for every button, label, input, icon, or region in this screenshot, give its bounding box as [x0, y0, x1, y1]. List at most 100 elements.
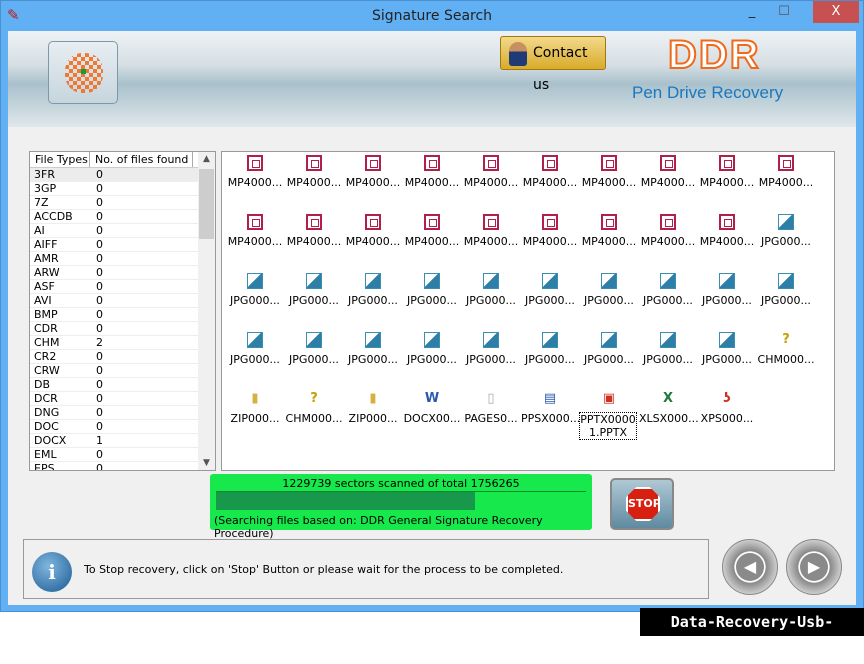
list-item[interactable]: CRW 0 — [30, 364, 215, 378]
file-item[interactable]: ʖ XPS000... — [698, 391, 756, 425]
files-found-count: 0 — [96, 224, 103, 237]
file-item[interactable]: MP4000... — [285, 155, 343, 189]
file-item[interactable]: JPG000... — [639, 273, 697, 307]
file-name: MP4000... — [758, 176, 814, 189]
list-item[interactable]: ASF 0 — [30, 280, 215, 294]
file-item[interactable]: W DOCX00... — [403, 391, 461, 425]
list-item[interactable]: AIFF 0 — [30, 238, 215, 252]
list-item[interactable]: 7Z 0 — [30, 196, 215, 210]
file-item[interactable]: JPG000... — [344, 332, 402, 366]
list-scrollbar[interactable]: ▲ ▼ — [198, 152, 215, 470]
file-item[interactable]: MP4000... — [757, 155, 815, 189]
scroll-down-icon[interactable]: ▼ — [198, 458, 215, 468]
file-item[interactable]: MP4000... — [462, 214, 520, 248]
file-item[interactable]: MP4000... — [521, 155, 579, 189]
app-logo[interactable] — [48, 41, 118, 104]
file-item[interactable]: JPG000... — [285, 332, 343, 366]
file-item[interactable]: ▣ PPTX00001.PPTX — [579, 391, 638, 440]
list-item[interactable]: CDR 0 — [30, 322, 215, 336]
file-item[interactable]: MP4000... — [462, 155, 520, 189]
video-file-icon — [247, 214, 263, 230]
file-item[interactable]: MP4000... — [580, 155, 638, 189]
back-button[interactable]: ◀ — [722, 539, 778, 595]
contact-us-button[interactable]: Contact us — [500, 36, 606, 93]
file-type: CRW — [34, 364, 60, 377]
file-item[interactable]: MP4000... — [226, 155, 284, 189]
file-item[interactable]: X XLSX000... — [639, 391, 699, 425]
file-item[interactable]: JPG000... — [580, 332, 638, 366]
list-item[interactable]: CR2 0 — [30, 350, 215, 364]
minimize-button[interactable]: _ — [739, 1, 765, 23]
file-item[interactable]: JPG000... — [698, 273, 756, 307]
column-files-found[interactable]: No. of files found — [90, 152, 193, 167]
list-item[interactable]: DB 0 — [30, 378, 215, 392]
next-button[interactable]: ▶ — [786, 539, 842, 595]
file-item[interactable]: JPG000... — [344, 273, 402, 307]
file-item[interactable]: MP4000... — [698, 155, 756, 189]
file-item[interactable]: JPG000... — [757, 214, 815, 248]
file-item[interactable]: JPG000... — [403, 273, 461, 307]
file-item[interactable]: JPG000... — [462, 273, 520, 307]
files-found-count: 0 — [96, 322, 103, 335]
file-item[interactable]: MP4000... — [639, 155, 697, 189]
file-item[interactable]: MP4000... — [521, 214, 579, 248]
list-item[interactable]: 3FR 0 — [30, 168, 215, 182]
watermark: Data-Recovery-Usb-Drive.com — [640, 608, 864, 659]
file-item[interactable]: JPG000... — [226, 273, 284, 307]
maximize-button[interactable]: ☐ — [771, 1, 797, 23]
file-item[interactable]: MP4000... — [344, 214, 402, 248]
list-item[interactable]: AMR 0 — [30, 252, 215, 266]
file-type: DB — [34, 378, 51, 391]
file-item[interactable]: JPG000... — [580, 273, 638, 307]
file-item[interactable]: MP4000... — [580, 214, 638, 248]
file-item[interactable]: ▯ PAGES0... — [462, 391, 520, 425]
file-item[interactable]: JPG000... — [521, 273, 579, 307]
list-item[interactable]: DNG 0 — [30, 406, 215, 420]
list-item[interactable]: EPS 0 — [30, 462, 215, 470]
list-item[interactable]: EML 0 — [30, 448, 215, 462]
list-item[interactable]: DCR 0 — [30, 392, 215, 406]
image-file-icon — [660, 273, 676, 289]
file-item[interactable]: ? CHM000... — [285, 391, 343, 425]
list-item[interactable]: ACCDB 0 — [30, 210, 215, 224]
scroll-up-icon[interactable]: ▲ — [198, 154, 215, 164]
file-types-list[interactable]: File Types No. of files found 3FR 0 3GP 0 7Z… — [29, 151, 216, 471]
file-item[interactable]: MP4000... — [226, 214, 284, 248]
video-file-icon — [365, 155, 381, 171]
list-item[interactable]: CHM 2 — [30, 336, 215, 350]
file-item[interactable]: MP4000... — [403, 155, 461, 189]
file-type: BMP — [34, 308, 58, 321]
list-item[interactable]: AI 0 — [30, 224, 215, 238]
file-name: ZIP000... — [230, 412, 280, 425]
status-panel: i To Stop recovery, click on 'Stop' Butt… — [23, 539, 709, 599]
list-item[interactable]: DOCX 1 — [30, 434, 215, 448]
scroll-thumb[interactable] — [199, 169, 214, 239]
list-item[interactable]: 3GP 0 — [30, 182, 215, 196]
file-item[interactable]: MP4000... — [698, 214, 756, 248]
file-item[interactable]: JPG000... — [226, 332, 284, 366]
column-file-types[interactable]: File Types — [30, 152, 90, 167]
recovered-files-view[interactable]: MP4000... MP4000... MP4000... MP4000... MP40… — [221, 151, 835, 471]
file-item[interactable]: MP4000... — [285, 214, 343, 248]
list-item[interactable]: BMP 0 — [30, 308, 215, 322]
list-item[interactable]: ARW 0 — [30, 266, 215, 280]
file-item[interactable]: MP4000... — [639, 214, 697, 248]
file-item[interactable]: ▮ ZIP000... — [344, 391, 402, 425]
file-item[interactable]: JPG000... — [757, 273, 815, 307]
file-item[interactable]: MP4000... — [344, 155, 402, 189]
file-item[interactable]: JPG000... — [698, 332, 756, 366]
file-item[interactable]: JPG000... — [462, 332, 520, 366]
stop-button[interactable]: STOP — [610, 478, 674, 530]
file-item[interactable]: JPG000... — [403, 332, 461, 366]
file-item[interactable]: JPG000... — [639, 332, 697, 366]
file-item[interactable]: JPG000... — [521, 332, 579, 366]
file-item[interactable]: MP4000... — [403, 214, 461, 248]
close-button[interactable]: X — [813, 1, 859, 23]
file-item[interactable]: JPG000... — [285, 273, 343, 307]
file-item[interactable]: ▤ PPSX000... — [521, 391, 580, 425]
file-item[interactable]: ▮ ZIP000... — [226, 391, 284, 425]
list-item[interactable]: AVI 0 — [30, 294, 215, 308]
list-item[interactable]: DOC 0 — [30, 420, 215, 434]
file-item[interactable]: ? CHM000... — [757, 332, 815, 366]
video-file-icon — [660, 155, 676, 171]
